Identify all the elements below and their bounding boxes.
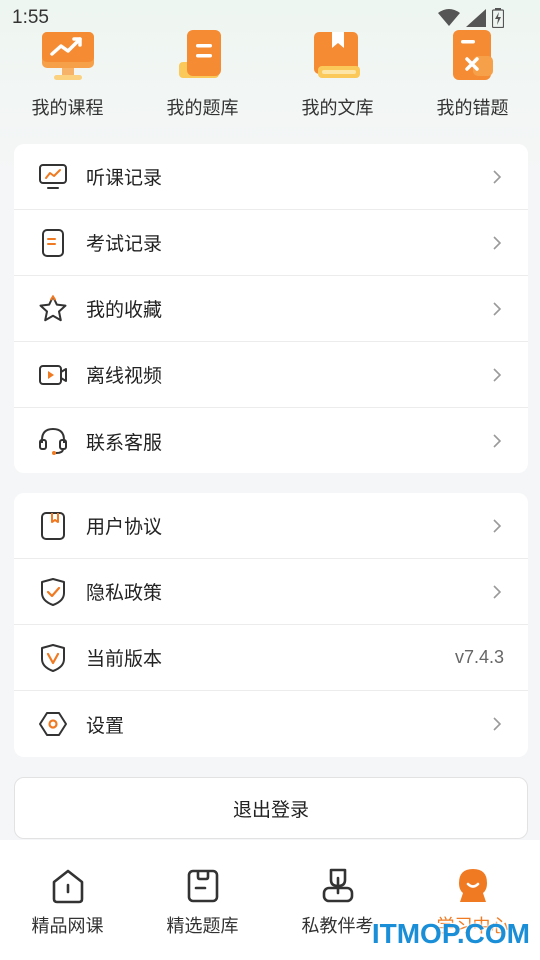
exam-record-icon: [42, 228, 64, 257]
question-bank-icon: [178, 30, 221, 78]
menu-item-favorites[interactable]: 我的收藏: [14, 276, 528, 342]
library-book-icon: [313, 32, 360, 78]
quick-link-my-courses[interactable]: 我的课程: [0, 24, 135, 124]
offline-video-icon: [39, 364, 67, 385]
menu-item-label: 考试记录: [86, 233, 163, 255]
learning-center-icon: [458, 869, 487, 902]
tab-question-bank[interactable]: 精选题库: [135, 840, 270, 960]
book-icon: [187, 869, 218, 903]
menu-item-label: 我的收藏: [86, 299, 163, 321]
version-shield-icon: [41, 643, 65, 672]
chevron-right-icon: [493, 434, 502, 448]
menu-item-label: 隐私政策: [86, 582, 163, 604]
menu-item-contact-support[interactable]: 联系客服: [14, 408, 528, 473]
wrong-questions-icon: [452, 30, 493, 80]
menu-card-records: 听课记录 考试记录 我的收藏 离线视频 联系客服: [14, 144, 528, 473]
menu-item-label: 离线视频: [86, 365, 163, 387]
menu-item-current-version: 当前版本 v7.4.3: [14, 625, 528, 691]
chevron-right-icon: [493, 235, 502, 250]
lesson-history-icon: [39, 163, 67, 189]
menu-card-about: 用户协议 隐私政策 当前版本 v7.4.3 设置: [14, 493, 528, 757]
menu-item-label: 听课记录: [86, 167, 163, 189]
tab-label: 精品网课: [31, 916, 104, 937]
tab-label: 精选题库: [166, 916, 239, 937]
menu-item-offline-video[interactable]: 离线视频: [14, 342, 528, 408]
quick-link-my-wrong-questions[interactable]: 我的错题: [405, 24, 540, 124]
headset-icon: [39, 427, 67, 455]
shield-check-icon: [41, 577, 65, 606]
menu-item-lesson-history[interactable]: 听课记录: [14, 144, 528, 210]
chevron-right-icon: [493, 301, 502, 316]
chevron-right-icon: [493, 169, 502, 184]
tutor-icon: [322, 868, 353, 903]
logout-button[interactable]: 退出登录: [14, 777, 528, 839]
menu-item-privacy-policy[interactable]: 隐私政策: [14, 559, 528, 625]
quick-link-label: 我的错题: [436, 98, 509, 119]
chevron-right-icon: [493, 717, 502, 731]
bookmark-doc-icon: [41, 511, 65, 540]
quick-link-label: 我的题库: [166, 98, 239, 119]
menu-item-exam-record[interactable]: 考试记录: [14, 210, 528, 276]
menu-item-label: 当前版本: [86, 648, 163, 670]
chevron-right-icon: [493, 518, 502, 533]
chevron-right-icon: [493, 584, 502, 599]
quick-links: 我的课程 我的题库 我的文库 我的错题: [0, 24, 540, 124]
watermark-text: ITMOP.COM: [371, 918, 530, 949]
quick-link-my-library[interactable]: 我的文库: [270, 24, 405, 124]
quick-link-label: 我的课程: [31, 98, 104, 119]
menu-item-label: 联系客服: [86, 431, 163, 454]
menu-item-user-agreement[interactable]: 用户协议: [14, 493, 528, 559]
quick-link-my-question-bank[interactable]: 我的题库: [135, 24, 270, 124]
quick-link-label: 我的文库: [301, 98, 374, 119]
tab-premium-courses[interactable]: 精品网课: [0, 840, 135, 960]
settings-hex-icon: [39, 712, 67, 736]
chevron-right-icon: [493, 367, 502, 382]
home-icon: [52, 869, 83, 904]
course-monitor-icon: [41, 32, 94, 80]
menu-item-settings[interactable]: 设置: [14, 691, 528, 757]
version-value: v7.4.3: [454, 647, 504, 667]
menu-item-label: 设置: [86, 714, 125, 737]
menu-item-label: 用户协议: [86, 516, 163, 538]
star-icon: [39, 294, 67, 321]
tab-label: 私教伴考: [301, 916, 374, 937]
